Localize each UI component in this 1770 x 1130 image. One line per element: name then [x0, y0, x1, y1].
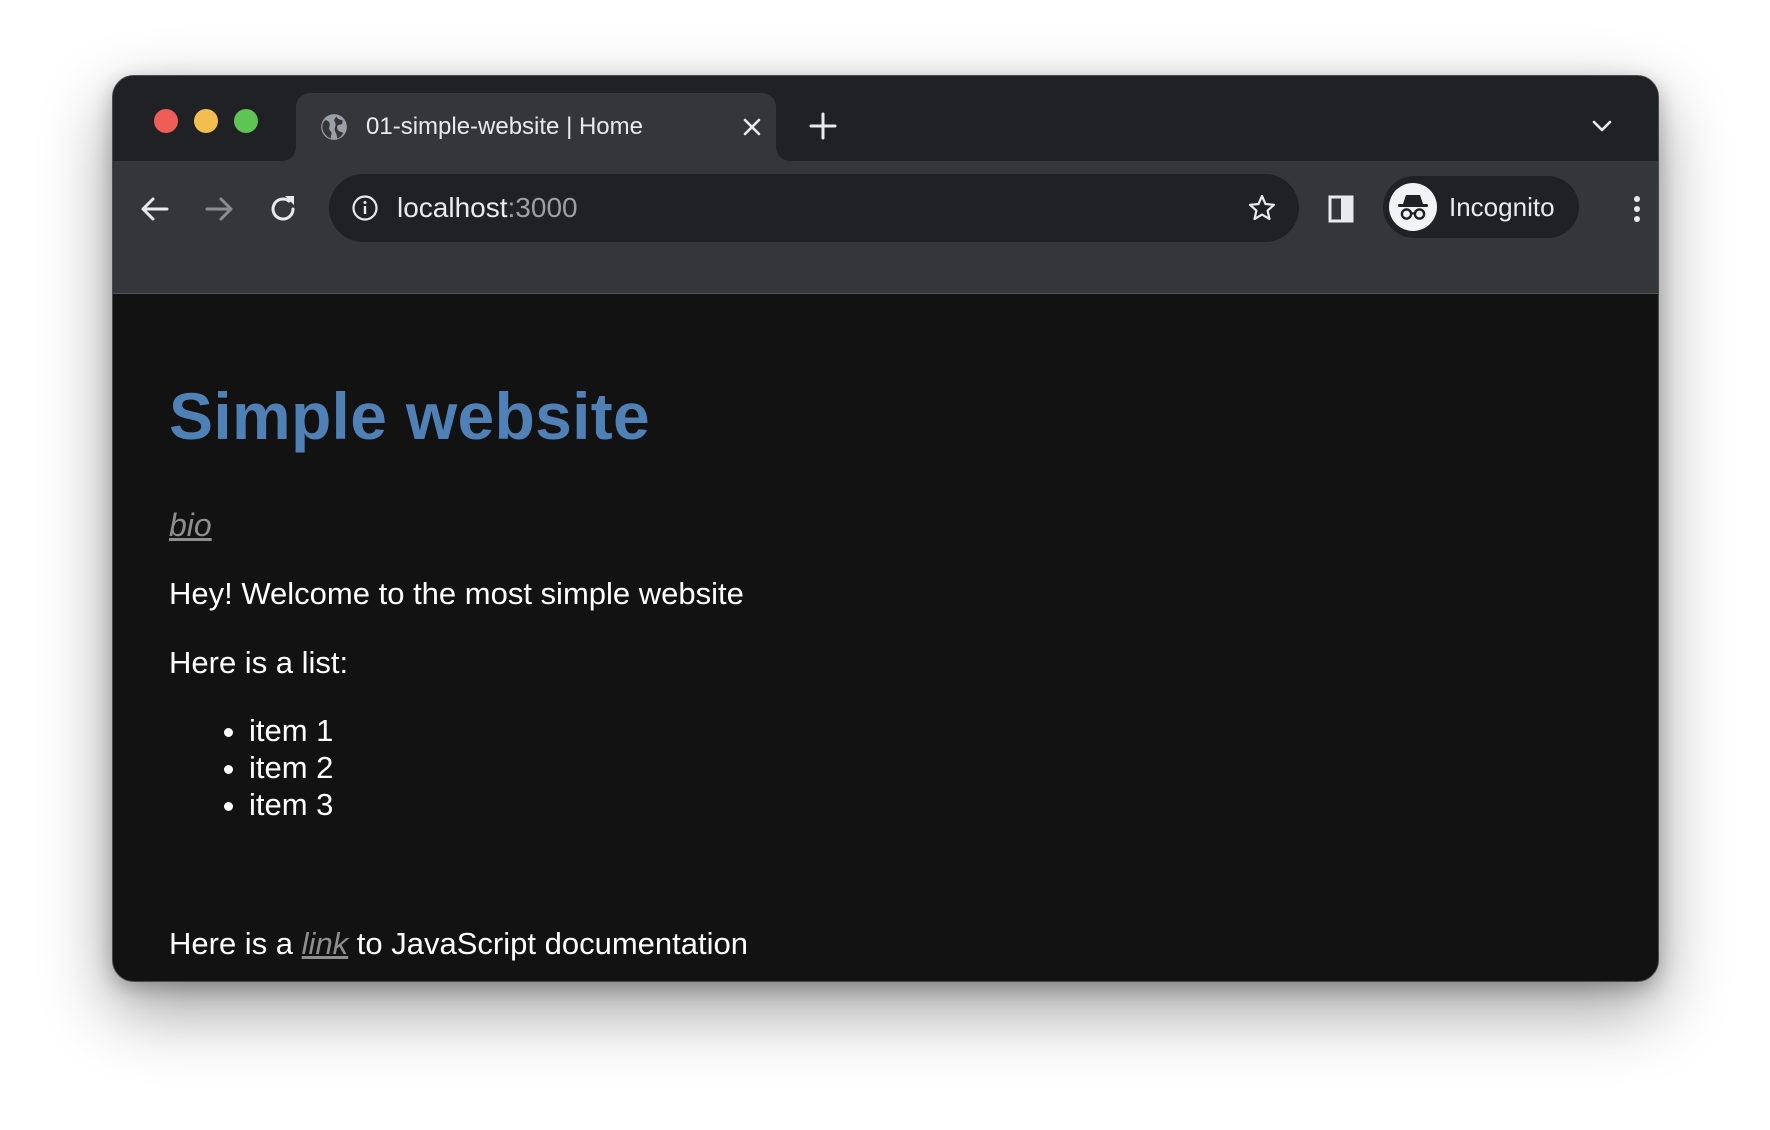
close-icon[interactable] [740, 115, 764, 139]
link-prefix-text: Here is a [169, 926, 302, 961]
kebab-menu-icon[interactable] [1619, 191, 1655, 227]
side-panel-icon[interactable] [1323, 191, 1359, 227]
address-bar[interactable]: localhost:3000 [329, 174, 1299, 242]
url-text[interactable]: localhost:3000 [397, 191, 578, 225]
close-window-button[interactable] [154, 109, 178, 133]
item-list: item 1 item 2 item 3 [169, 712, 333, 823]
browser-toolbar: localhost:3000 Incognito [113, 161, 1658, 294]
javascript-docs-link[interactable]: link [302, 926, 349, 961]
info-icon[interactable] [351, 194, 379, 222]
bookmark-star-icon[interactable] [1247, 193, 1277, 223]
forward-arrow-icon[interactable] [201, 191, 237, 227]
list-item: item 2 [249, 749, 333, 786]
incognito-profile-button[interactable]: Incognito [1383, 176, 1579, 238]
profile-label: Incognito [1449, 192, 1555, 222]
new-tab-plus-icon[interactable] [808, 111, 838, 141]
tab-title: 01-simple-website | Home [366, 113, 643, 140]
avatar [1389, 183, 1437, 231]
reload-icon[interactable] [265, 191, 301, 227]
list-item: item 3 [249, 786, 333, 823]
list-intro-text: Here is a list: [169, 645, 349, 680]
chevron-down-icon[interactable] [1590, 114, 1614, 138]
url-port: :3000 [507, 192, 578, 223]
minimize-window-button[interactable] [194, 109, 218, 133]
url-host: localhost [397, 192, 508, 223]
docs-link-sentence: Here is a link to JavaScript documentati… [169, 924, 748, 964]
globe-icon [321, 114, 347, 140]
maximize-window-button[interactable] [234, 109, 258, 133]
back-arrow-icon[interactable] [137, 191, 173, 227]
bio-link[interactable]: bio [169, 505, 212, 545]
browser-window: 01-simple-website | Home localhost:3000 … [112, 75, 1659, 982]
page-content: Simple website bio Hey! Welcome to the m… [113, 294, 1658, 981]
page-title: Simple website [169, 379, 651, 453]
incognito-icon [1398, 195, 1428, 220]
link-suffix-text: to JavaScript documentation [348, 926, 748, 961]
welcome-text: Hey! Welcome to the most simple website [169, 576, 744, 611]
tab-strip: 01-simple-website | Home [113, 76, 1658, 161]
list-item: item 1 [249, 712, 333, 749]
tab-active[interactable]: 01-simple-website | Home [296, 93, 776, 161]
